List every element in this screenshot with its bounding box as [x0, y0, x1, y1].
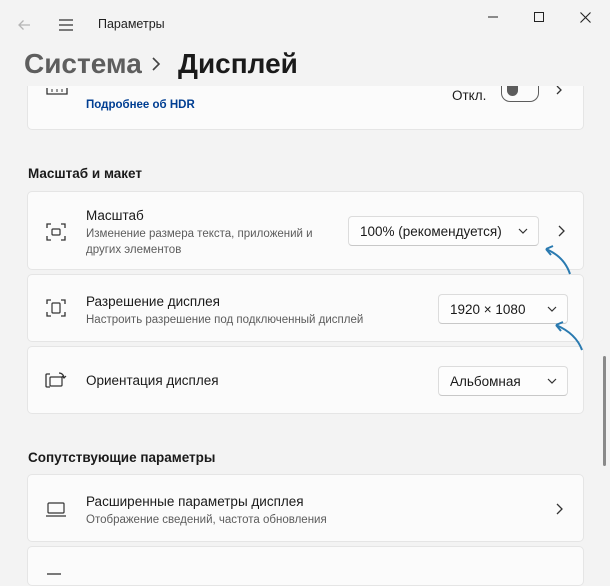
next-card[interactable]	[27, 546, 584, 586]
annotation-arrow-icon	[555, 321, 583, 351]
resolution-dropdown-value: 1920 × 1080	[450, 301, 526, 317]
maximize-icon	[534, 12, 544, 22]
chevron-down-icon	[547, 306, 557, 312]
close-icon	[579, 11, 591, 23]
resolution-title: Разрешение дисплея	[86, 294, 220, 309]
resolution-dropdown[interactable]: 1920 × 1080	[438, 294, 568, 324]
chevron-right-icon[interactable]	[555, 502, 565, 516]
scale-dropdown-value: 100% (рекомендуется)	[360, 223, 502, 239]
advanced-display-subtitle: Отображение сведений, частота обновления	[86, 514, 327, 526]
advanced-display-title: Расширенные параметры дисплея	[86, 494, 304, 509]
hdr-toggle[interactable]	[501, 86, 539, 102]
minimize-icon	[488, 16, 498, 18]
orientation-dropdown[interactable]: Альбомная	[438, 366, 568, 396]
hdr-toggle-state: Откл.	[452, 88, 487, 103]
menu-button[interactable]	[52, 12, 80, 38]
scale-icon	[46, 223, 66, 241]
chevron-right-icon[interactable]	[555, 86, 565, 96]
chevron-down-icon	[547, 378, 557, 384]
back-button[interactable]	[10, 12, 38, 38]
hamburger-icon	[59, 19, 73, 31]
section-heading-related: Сопутствующие параметры	[28, 450, 216, 465]
resolution-card: Разрешение дисплея Настроить разрешение …	[27, 274, 584, 342]
chevron-down-icon	[518, 228, 528, 234]
monitor-icon	[46, 502, 66, 517]
back-arrow-icon	[18, 20, 30, 30]
scale-subtitle-line2: других элементов	[86, 244, 182, 256]
orientation-icon	[45, 372, 67, 388]
chevron-right-icon	[152, 57, 161, 71]
breadcrumb-parent[interactable]: Система	[24, 48, 142, 80]
hdr-more-link[interactable]: Подробнее об HDR	[86, 99, 195, 111]
hdr-icon	[46, 88, 68, 95]
scale-card[interactable]: Масштаб Изменение размера текста, прилож…	[27, 191, 584, 270]
app-title: Параметры	[98, 17, 165, 31]
resolution-icon	[46, 299, 66, 317]
advanced-display-card[interactable]: Расширенные параметры дисплея Отображени…	[27, 474, 584, 542]
annotation-arrow-icon	[545, 245, 571, 275]
card-icon	[47, 573, 61, 575]
page-title: Дисплей	[178, 48, 298, 79]
scale-subtitle-line1: Изменение размера текста, приложений и	[86, 228, 313, 240]
scale-title: Масштаб	[86, 208, 144, 223]
orientation-card: Ориентация дисплея Альбомная	[27, 346, 584, 414]
hdr-card: Подробнее об HDR Откл.	[27, 86, 584, 130]
scale-dropdown[interactable]: 100% (рекомендуется)	[348, 216, 539, 246]
section-heading-scale: Масштаб и макет	[28, 166, 142, 181]
minimize-button[interactable]	[470, 0, 516, 34]
maximize-button[interactable]	[516, 0, 562, 34]
toggle-knob	[507, 86, 518, 96]
close-button[interactable]	[562, 0, 608, 34]
chevron-right-icon[interactable]	[557, 224, 567, 238]
orientation-title: Ориентация дисплея	[86, 373, 219, 388]
scrollbar-thumb[interactable]	[603, 356, 606, 466]
orientation-dropdown-value: Альбомная	[450, 373, 521, 389]
resolution-subtitle: Настроить разрешение под подключенный ди…	[86, 314, 364, 326]
